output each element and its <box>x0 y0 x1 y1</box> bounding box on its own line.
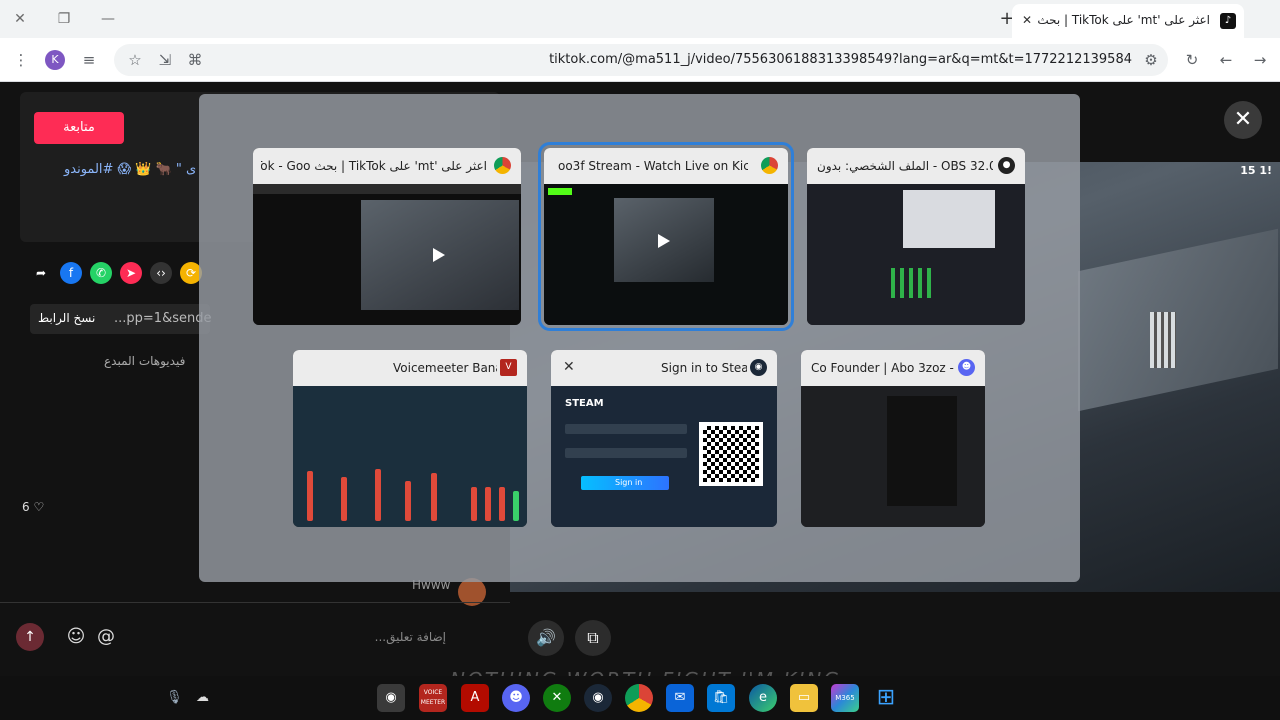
obs-icon: ● <box>998 157 1015 174</box>
window-thumbnail <box>253 184 521 325</box>
window-thumbnail: STEAM Sign in <box>551 386 777 527</box>
switcher-window-steam[interactable]: ✕ Sign in to Steam ◉ STEAM Sign in <box>551 350 777 527</box>
window-thumbnail <box>807 184 1025 325</box>
window-minimize-icon[interactable]: — <box>96 8 120 30</box>
tab-bar: ✕ ❐ — + ♪ اعثر على 'mt' على TikTok | بحث… <box>0 0 1280 38</box>
tab-close-icon[interactable]: ✕ <box>1018 11 1036 29</box>
qr-code <box>699 422 763 486</box>
chrome-icon <box>761 157 778 174</box>
install-app-icon[interactable]: ⇲ <box>154 49 176 71</box>
chrome-icon <box>494 157 511 174</box>
steam-signin-preview: Sign in <box>581 476 669 490</box>
reading-list-icon[interactable]: ≡ <box>78 49 100 71</box>
window-restore-icon[interactable]: ❐ <box>52 8 76 30</box>
window-thumbnail <box>293 386 527 527</box>
site-settings-icon[interactable]: ⚙ <box>1140 49 1162 71</box>
windows-start-icon[interactable]: ⊞ <box>872 684 900 712</box>
video-scene <box>1078 228 1278 412</box>
store-icon[interactable]: 🛍 <box>707 684 735 712</box>
windows-taskbar: 🎙 ☁ ◉ VOICE MEETER A ☻ ✕ ◉ ✉ 🛍 e ▭ M365 … <box>0 676 1280 720</box>
forward-arrow-icon[interactable]: → <box>1249 49 1271 71</box>
window-title: Co Founder | Abo 3zoz - D... <box>811 361 955 375</box>
window-title: اعثر على 'mt' على TikTok | بحث TikTok - … <box>261 159 487 173</box>
window-close-icon[interactable]: ✕ <box>8 8 32 30</box>
facebook-icon[interactable]: f <box>60 262 82 284</box>
volume-button[interactable]: 🔊 <box>528 620 564 656</box>
comment-bar: ↑ ☺ @ <box>0 602 510 670</box>
microphone-icon[interactable]: 🎙 <box>166 690 183 705</box>
share-arrow-icon[interactable]: ➦ <box>30 262 52 284</box>
mention-icon[interactable]: @ <box>94 625 118 649</box>
window-header: Voicemeeter Banana V <box>293 350 527 386</box>
window-thumbnail <box>801 386 985 527</box>
window-header: اعثر على 'mt' على TikTok | بحث TikTok - … <box>253 148 521 184</box>
window-header: الملف الشخصي: بدون - OBS 32.0.4... ● <box>807 148 1025 184</box>
video-scene-window <box>1150 312 1176 368</box>
reload-icon[interactable]: ↻ <box>1181 49 1203 71</box>
menu-kebab-icon[interactable]: ⋮ <box>10 49 32 71</box>
copy-link-box[interactable]: نسخ الرابط ...pp=1&sende <box>30 304 212 334</box>
video-timestamp: 15 1! <box>1240 164 1272 177</box>
switcher-window-obs[interactable]: الملف الشخصي: بدون - OBS 32.0.4... ● <box>807 148 1025 325</box>
discord-icon[interactable]: ☻ <box>502 684 530 712</box>
browser-toolbar: ⋮ K ≡ ☆ ⇲ ⌘ tiktok.com/@ma511_j/video/75… <box>0 38 1280 82</box>
window-thumbnail <box>544 184 788 325</box>
send-to-friend-icon[interactable]: ➤ <box>120 262 142 284</box>
tiktok-icon: ♪ <box>1220 13 1236 29</box>
switcher-window-discord[interactable]: Co Founder | Abo 3zoz - D... ☻ <box>801 350 985 527</box>
post-comment-button[interactable]: ↑ <box>16 623 44 651</box>
bookmark-star-icon[interactable]: ☆ <box>124 49 146 71</box>
discord-icon: ☻ <box>958 359 975 376</box>
window-title: Voicemeeter Banana <box>393 361 497 375</box>
video-link-text: ...pp=1&sende <box>114 311 212 326</box>
emoji-icon[interactable]: ☺ <box>64 625 88 649</box>
close-video-button[interactable]: ✕ <box>1224 101 1262 139</box>
url-text[interactable]: tiktok.com/@ma511_j/video/75563061883133… <box>549 52 1132 67</box>
outlook-icon[interactable]: ✉ <box>666 684 694 712</box>
window-header: ✕ Sign in to Steam ◉ <box>551 350 777 386</box>
heart-icon: ♡ <box>33 500 45 514</box>
follow-button[interactable]: متابعة <box>34 112 124 144</box>
whatsapp-icon[interactable]: ✆ <box>90 262 112 284</box>
window-title: oo3f Stream - Watch Live on Kick - G... <box>558 159 748 173</box>
task-switcher: اعثر على 'mt' على TikTok | بحث TikTok - … <box>199 94 1080 582</box>
switcher-window-tiktok[interactable]: اعثر على 'mt' على TikTok | بحث TikTok - … <box>253 148 521 325</box>
copy-link-button[interactable]: نسخ الرابط <box>38 311 95 325</box>
steam-icon: ◉ <box>750 359 767 376</box>
window-header: oo3f Stream - Watch Live on Kick - G... <box>544 148 788 184</box>
back-arrow-icon[interactable]: ← <box>1215 49 1237 71</box>
window-title: الملف الشخصي: بدون - OBS 32.0.4... <box>817 159 993 173</box>
comment-like-count[interactable]: 6 ♡ <box>22 500 44 514</box>
file-explorer-icon[interactable]: ▭ <box>790 684 818 712</box>
voicemeeter-icon[interactable]: VOICE MEETER <box>419 684 447 712</box>
obs-icon[interactable]: ◉ <box>377 684 405 712</box>
tab-title: اعثر على 'mt' على TikTok | بحث <box>1037 13 1210 27</box>
acrobat-icon[interactable]: A <box>461 684 489 712</box>
voicemeeter-icon: V <box>500 359 517 376</box>
tab-tiktok-search[interactable]: ♪ اعثر على 'mt' على TikTok | بحث ✕ <box>1012 4 1244 38</box>
window-header: Co Founder | Abo 3zoz - D... ☻ <box>801 350 985 386</box>
onedrive-icon[interactable]: ☁ <box>196 690 209 705</box>
profile-avatar[interactable]: K <box>45 50 65 70</box>
xbox-icon[interactable]: ✕ <box>543 684 571 712</box>
comment-input[interactable] <box>122 623 452 651</box>
switcher-window-voicemeeter[interactable]: Voicemeeter Banana V <box>293 350 527 527</box>
chrome-icon[interactable] <box>625 684 653 712</box>
close-window-icon[interactable]: ✕ <box>563 359 575 375</box>
steam-logo: STEAM <box>565 398 604 409</box>
m365-icon[interactable]: M365 <box>831 684 859 712</box>
address-bar[interactable]: ☆ ⇲ ⌘ tiktok.com/@ma511_j/video/75563061… <box>114 44 1168 76</box>
creator-videos-tab[interactable]: فيديوهات المبدع <box>104 354 185 368</box>
steam-icon[interactable]: ◉ <box>584 684 612 712</box>
edge-icon[interactable]: e <box>749 684 777 712</box>
like-count-value: 6 <box>22 500 30 514</box>
video-description: ى " 🐂 👑 😱 #الموندو <box>64 162 197 177</box>
switcher-window-kick[interactable]: oo3f Stream - Watch Live on Kick - G... <box>538 142 794 331</box>
window-title: Sign in to Steam <box>661 361 747 375</box>
translate-icon[interactable]: ⌘ <box>184 49 206 71</box>
embed-code-icon[interactable]: ‹› <box>150 262 172 284</box>
picture-in-picture-button[interactable]: ⧉ <box>575 620 611 656</box>
